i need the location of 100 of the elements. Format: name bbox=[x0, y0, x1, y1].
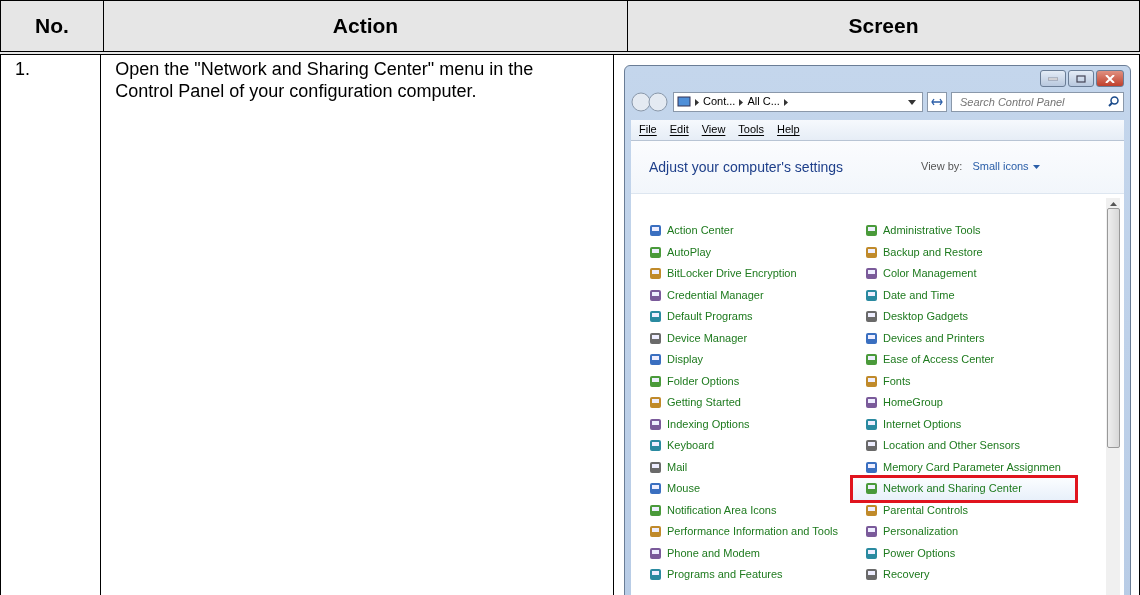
breadcrumb-item[interactable]: Cont... bbox=[703, 95, 736, 109]
control-panel-icon bbox=[865, 288, 878, 302]
control-panel-icon bbox=[865, 503, 878, 517]
control-panel-icon bbox=[649, 417, 662, 431]
control-panel-item[interactable]: Color Management bbox=[861, 263, 1073, 285]
control-panel-item[interactable]: Folder Options bbox=[645, 370, 857, 392]
control-panel-icon bbox=[865, 331, 878, 345]
control-panel-item[interactable]: Memory Card Parameter Assignmen bbox=[861, 456, 1073, 478]
maximize-icon bbox=[1076, 74, 1086, 83]
refresh-icon bbox=[931, 97, 943, 107]
control-panel-icon bbox=[865, 482, 878, 496]
action-text: Open the "Network and Sharing Center" menu in the Control Panel of your configuration computer. bbox=[115, 59, 534, 101]
view-by-dropdown[interactable]: Small icons bbox=[972, 160, 1040, 174]
control-panel-icon bbox=[649, 568, 662, 582]
control-panel-item[interactable]: Mail bbox=[645, 456, 857, 478]
control-panel-item[interactable]: Network and Sharing Center bbox=[853, 478, 1075, 500]
control-panel-item[interactable]: Action Center bbox=[645, 220, 857, 242]
control-panel-icon bbox=[865, 568, 878, 582]
column-header: No. bbox=[0, 1, 103, 51]
page-heading: Adjust your computer's settings bbox=[649, 158, 845, 176]
control-panel-item[interactable]: Display bbox=[645, 349, 857, 371]
control-panel-item[interactable]: Performance Information and Tools bbox=[645, 521, 857, 543]
menu-item[interactable]: View bbox=[701, 123, 726, 137]
control-panel-item[interactable]: Credential Manager bbox=[645, 284, 857, 306]
control-panel-item[interactable]: Devices and Printers bbox=[861, 327, 1073, 349]
control-panel-icon bbox=[677, 96, 691, 108]
control-panel-icon bbox=[865, 439, 878, 453]
control-panel-item[interactable]: Desktop Gadgets bbox=[861, 306, 1073, 328]
control-panel-item[interactable]: Ease of Access Center bbox=[861, 349, 1073, 371]
minimize-button[interactable] bbox=[1040, 70, 1066, 87]
control-panel-item[interactable]: Keyboard bbox=[645, 435, 857, 457]
control-panel-item[interactable]: AutoPlay bbox=[645, 241, 857, 263]
search-field[interactable]: Search Control Panel bbox=[951, 92, 1124, 112]
breadcrumb-item[interactable]: All C... bbox=[747, 95, 780, 109]
control-panel-item[interactable]: Phone and Modem bbox=[645, 542, 857, 564]
control-panel-item[interactable]: HomeGroup bbox=[861, 392, 1073, 414]
control-panel-icon bbox=[865, 460, 878, 474]
control-panel-item[interactable]: Fonts bbox=[861, 370, 1073, 392]
control-panel-item[interactable]: Location and Other Sensors bbox=[861, 435, 1073, 457]
dropdown-caret-icon[interactable] bbox=[908, 99, 916, 105]
menu-item[interactable]: File bbox=[639, 123, 657, 137]
control-panel-icon bbox=[649, 482, 662, 496]
chevron-right-icon bbox=[739, 98, 744, 106]
control-panel-item[interactable]: Recovery bbox=[861, 564, 1073, 586]
minimize-icon bbox=[1048, 76, 1058, 81]
control-panel-icon bbox=[649, 374, 662, 388]
control-panel-icon bbox=[649, 267, 662, 281]
control-panel-item[interactable]: Parental Controls bbox=[861, 499, 1073, 521]
control-panel-item[interactable]: Date and Time bbox=[861, 284, 1073, 306]
control-panel-item[interactable]: Notification Area Icons bbox=[645, 499, 857, 521]
control-panel-icon bbox=[649, 245, 662, 259]
search-icon[interactable] bbox=[1108, 96, 1119, 107]
step-number: 1. bbox=[15, 59, 30, 79]
control-panel-icon bbox=[649, 288, 662, 302]
control-panel-icon bbox=[649, 331, 662, 345]
control-panel-item[interactable]: Personalization bbox=[861, 521, 1073, 543]
close-button[interactable] bbox=[1096, 70, 1124, 87]
menu-item[interactable]: Tools bbox=[738, 123, 765, 137]
control-panel-item[interactable]: Indexing Options bbox=[645, 413, 857, 435]
control-panel-icon bbox=[865, 224, 878, 238]
control-panel-icon bbox=[649, 460, 662, 474]
address-bar[interactable]: Cont... All C... bbox=[673, 92, 923, 112]
menu-item[interactable]: Help bbox=[777, 123, 800, 137]
control-panel-icon bbox=[865, 525, 878, 539]
control-panel-item[interactable]: Backup and Restore bbox=[861, 241, 1073, 263]
view-by-label: View by: bbox=[921, 160, 963, 174]
chevron-right-icon[interactable] bbox=[783, 98, 788, 106]
control-panel-item[interactable]: Device Manager bbox=[645, 327, 857, 349]
control-panel-item[interactable]: Programs and Features bbox=[645, 564, 857, 586]
control-panel-icon bbox=[865, 546, 878, 560]
control-panel-icon bbox=[649, 224, 662, 238]
control-panel-icon bbox=[865, 353, 878, 367]
menu-item[interactable]: Edit bbox=[669, 123, 689, 137]
control-panel-icon bbox=[865, 396, 878, 410]
control-panel-item[interactable]: Administrative Tools bbox=[861, 220, 1073, 242]
control-panel-item[interactable]: Power Options bbox=[861, 542, 1073, 564]
column-header: Action bbox=[103, 1, 627, 51]
control-panel-icon bbox=[865, 310, 878, 324]
control-panel-icon bbox=[649, 503, 662, 517]
control-panel-icon bbox=[649, 525, 662, 539]
dropdown-caret-icon bbox=[1032, 165, 1040, 169]
control-panel-icon bbox=[865, 374, 878, 388]
scrollbar[interactable] bbox=[1106, 198, 1120, 595]
control-panel-icon bbox=[649, 439, 662, 453]
chevron-right-icon bbox=[695, 98, 699, 106]
control-panel-icon bbox=[865, 417, 878, 431]
control-panel-icon bbox=[649, 396, 662, 410]
control-panel-icon bbox=[649, 546, 662, 560]
control-panel-icon bbox=[649, 310, 662, 324]
control-panel-item[interactable]: Getting Started bbox=[645, 392, 857, 414]
control-panel-item[interactable]: BitLocker Drive Encryption bbox=[645, 263, 857, 285]
control-panel-item[interactable]: Default Programs bbox=[645, 306, 857, 328]
control-panel-item[interactable]: Internet Options bbox=[861, 413, 1073, 435]
maximize-button[interactable] bbox=[1068, 70, 1094, 87]
control-panel-icon bbox=[865, 245, 878, 259]
scroll-up-icon[interactable] bbox=[1109, 202, 1117, 206]
column-header: Screen bbox=[627, 1, 1140, 51]
close-icon bbox=[1105, 74, 1115, 83]
refresh-button[interactable] bbox=[927, 92, 947, 112]
control-panel-icon bbox=[649, 353, 662, 367]
